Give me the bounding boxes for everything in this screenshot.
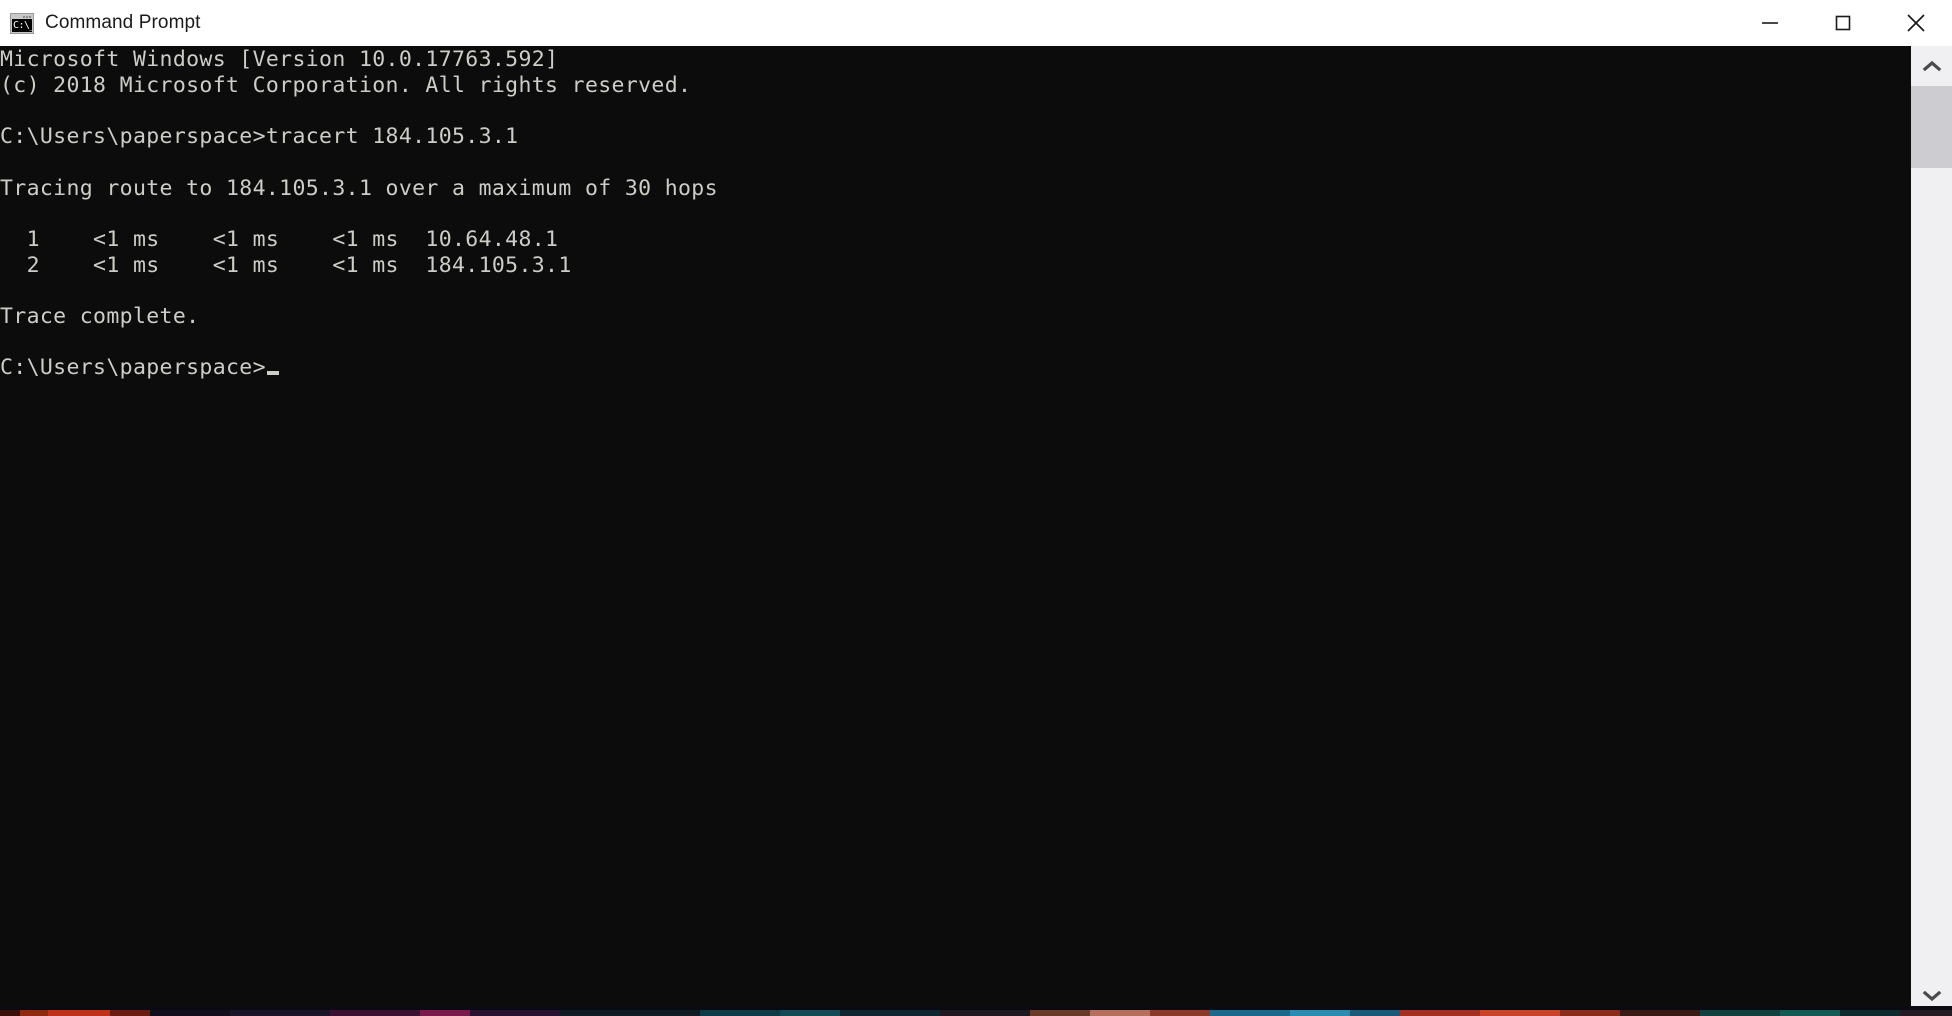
command-prompt-window: C:\_ Command Prompt	[0, 0, 1952, 1016]
console-area: Microsoft Windows [Version 10.0.17763.59…	[0, 46, 1952, 1016]
desktop-edge-artifact	[0, 1006, 1952, 1016]
scrollbar-thumb[interactable]	[1911, 86, 1952, 168]
scrollbar-up-button[interactable]	[1911, 46, 1952, 86]
cmd-console-icon: C:\_	[10, 12, 34, 34]
console-output-surface[interactable]: Microsoft Windows [Version 10.0.17763.59…	[0, 46, 1911, 1016]
close-button[interactable]	[1879, 0, 1952, 46]
scrollbar-track[interactable]	[1911, 86, 1952, 976]
desktop-edge-dark-band	[0, 1006, 1952, 1010]
window-title: Command Prompt	[45, 12, 201, 33]
window-controls	[1733, 0, 1952, 46]
close-icon	[1906, 14, 1925, 32]
minimize-icon	[1761, 22, 1778, 24]
console-scrollbar[interactable]	[1911, 46, 1952, 1016]
window-titlebar[interactable]: C:\_ Command Prompt	[0, 0, 1952, 46]
maximize-icon	[1835, 15, 1850, 31]
console-text: Microsoft Windows [Version 10.0.17763.59…	[0, 47, 718, 381]
titlebar-left-group: C:\_ Command Prompt	[0, 12, 201, 34]
text-cursor	[266, 371, 279, 376]
cmd-icon-dots	[23, 15, 31, 18]
minimize-button[interactable]	[1733, 0, 1806, 46]
cmd-icon-screen-text: C:\_	[12, 18, 32, 32]
maximize-button[interactable]	[1806, 0, 1879, 46]
chevron-up-icon	[1922, 60, 1941, 72]
chevron-down-icon	[1922, 990, 1941, 1002]
